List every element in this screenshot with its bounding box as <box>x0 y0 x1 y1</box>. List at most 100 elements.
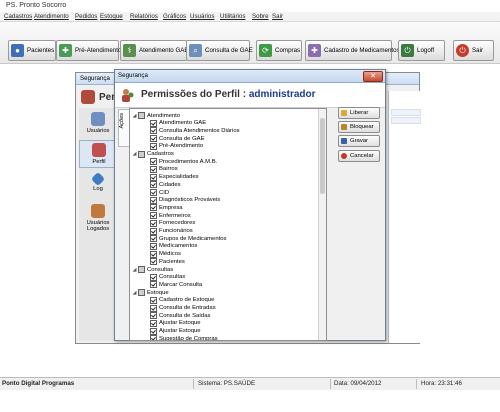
permission-checkbox[interactable] <box>150 227 157 235</box>
permission-checkbox[interactable] <box>150 335 157 340</box>
permission-checkbox[interactable] <box>150 235 157 243</box>
sidebar-item-usuarios-logados[interactable]: Usuários Logados <box>79 204 117 232</box>
tree-permission-node[interactable]: Pré-Atendimento <box>150 142 204 150</box>
tree-permission-node[interactable]: Medicamentos <box>150 242 197 250</box>
tree-permission-node[interactable]: Especialidades <box>150 173 199 181</box>
permission-checkbox[interactable] <box>150 212 157 220</box>
tree-permission-node[interactable]: Consulta de GAE <box>150 135 205 143</box>
tree-permission-node[interactable]: Consulta Atendimentos Diários <box>150 127 240 135</box>
logoff-button[interactable]: ⏻ Logoff <box>398 40 445 61</box>
tree-permission-node[interactable]: Marcar Consulta <box>150 281 202 289</box>
tree-permission-node[interactable]: Cadastro de Estoque <box>150 296 214 304</box>
permission-checkbox[interactable] <box>150 189 157 196</box>
permission-checkbox[interactable] <box>138 266 145 273</box>
tree-permission-node[interactable]: Consulta de Entradas <box>150 304 216 312</box>
permission-checkbox[interactable] <box>150 304 157 312</box>
tree-node-label: Pré-Atendimento <box>159 143 204 150</box>
menu-sair[interactable]: Sair <box>272 13 283 20</box>
tree-node-label: CID <box>159 189 170 196</box>
permission-checkbox[interactable] <box>150 242 157 250</box>
menu-usuarios[interactable]: Usuários <box>190 13 214 20</box>
permission-checkbox[interactable] <box>150 250 157 258</box>
gravar-button[interactable]: Gravar <box>338 135 380 147</box>
liberar-button[interactable]: Liberar <box>338 107 380 119</box>
permission-checkbox[interactable] <box>150 319 157 327</box>
permission-checkbox[interactable] <box>150 181 157 189</box>
menu-estoque[interactable]: Estoque <box>100 13 123 20</box>
cancelar-button[interactable]: Cancelar <box>338 150 380 162</box>
atendimento-gae-button[interactable]: ⚕ Atendimento GAE <box>120 40 189 61</box>
tree-permission-node[interactable]: Pacientes <box>150 258 185 266</box>
tree-permission-node[interactable]: Atendimento GAE <box>150 119 206 127</box>
tree-permission-node[interactable]: Cidades <box>150 181 181 189</box>
tree-permission-node[interactable]: Bairros <box>150 165 178 173</box>
tree-group-node[interactable]: ◢ Consultas <box>132 266 173 273</box>
tree-permission-node[interactable]: Grupos de Medicamentos <box>150 235 226 243</box>
permission-checkbox[interactable] <box>150 127 157 135</box>
status-bar: Ponto Digital Programas Sistema: PS.SAÚD… <box>0 377 500 390</box>
sidebar-item-usuarios[interactable]: Usuários <box>79 112 117 134</box>
permission-checkbox[interactable] <box>150 273 157 281</box>
tree-group-node[interactable]: ◢ Atendimento <box>132 112 180 119</box>
tree-group-node[interactable]: ◢ Estoque <box>132 289 169 297</box>
tree-permission-node[interactable]: Empresa <box>150 204 183 212</box>
expand-toggle-icon[interactable]: ◢ <box>132 113 137 119</box>
tree-permission-node[interactable]: Consulta de Saídas <box>150 312 210 320</box>
permission-checkbox[interactable] <box>138 289 145 297</box>
permissions-tree[interactable]: ◢ Atendimento Atendimento GAE Consulta Aten… <box>129 108 327 341</box>
compras-button[interactable]: ⟳ Compras <box>256 40 302 61</box>
permission-checkbox[interactable] <box>150 173 157 181</box>
menu-relatorios[interactable]: Relatórios <box>130 13 158 20</box>
menu-graficos[interactable]: Gráficos <box>163 13 186 20</box>
permission-checkbox[interactable] <box>150 258 157 266</box>
permission-checkbox[interactable] <box>138 112 145 119</box>
close-icon[interactable]: ✕ <box>363 71 383 82</box>
tree-permission-node[interactable]: Ajustar Estoque <box>150 327 201 335</box>
permission-checkbox[interactable] <box>150 281 157 289</box>
expand-toggle-icon[interactable]: ◢ <box>132 267 137 273</box>
patient-icon: ● <box>11 44 24 57</box>
tree-permission-node[interactable]: Procedimentos A.M.B. <box>150 158 217 166</box>
permission-checkbox[interactable] <box>150 165 157 173</box>
tree-permission-node[interactable]: Consultas <box>150 273 185 281</box>
permission-checkbox[interactable] <box>150 135 157 143</box>
permission-checkbox[interactable] <box>150 296 157 304</box>
tree-permission-node[interactable]: CID <box>150 189 169 196</box>
permission-checkbox[interactable] <box>150 219 157 227</box>
pacientes-button[interactable]: ● Pacientes <box>8 40 56 61</box>
bloquear-button[interactable]: Bloquear <box>338 121 380 133</box>
consulta-gae-button[interactable]: ⌕ Consulta de GAE <box>186 40 253 61</box>
tree-group-node[interactable]: ◢ Cadastros <box>132 150 174 158</box>
permission-checkbox[interactable] <box>150 196 157 204</box>
permission-checkbox[interactable] <box>150 204 157 212</box>
permission-checkbox[interactable] <box>150 119 157 127</box>
permission-checkbox[interactable] <box>150 142 157 150</box>
menu-sobre[interactable]: Sobre <box>252 13 269 20</box>
tree-permission-node[interactable]: Enfermeiros <box>150 212 191 220</box>
unlock-icon <box>341 110 347 116</box>
permission-checkbox[interactable] <box>150 158 157 166</box>
status-time: Hora: 23:31:46 <box>421 380 462 387</box>
sidebar-item-log[interactable]: Log <box>79 171 117 192</box>
tree-permission-node[interactable]: Diagnósticos Prováveis <box>150 196 220 204</box>
cadastro-medicamentos-button[interactable]: ✚ Cadastro de Medicamentos <box>305 40 400 61</box>
scrollbar-thumb[interactable] <box>320 118 325 194</box>
tree-permission-node[interactable]: Ajustar Estoque <box>150 319 201 327</box>
permission-checkbox[interactable] <box>138 150 145 158</box>
tree-permission-node[interactable]: Funcionários <box>150 227 193 235</box>
tree-scrollbar[interactable] <box>318 109 326 340</box>
tree-permission-node[interactable]: Médicos <box>150 250 181 258</box>
permission-checkbox[interactable] <box>150 312 157 320</box>
menu-atendimento[interactable]: Atendimento <box>34 13 69 20</box>
permission-checkbox[interactable] <box>150 327 157 335</box>
sair-button[interactable]: ⏻ Sair <box>453 40 494 61</box>
pre-atendimento-button[interactable]: ✚ Pré-Atendimento <box>56 40 121 61</box>
tree-permission-node[interactable]: Fornecedores <box>150 219 195 227</box>
menu-cadastros[interactable]: Cadastros <box>4 13 32 20</box>
expand-toggle-icon[interactable]: ◢ <box>132 151 137 157</box>
sidebar-item-perfil[interactable]: Perfil <box>79 140 119 168</box>
menu-utilitarios[interactable]: Utilitários <box>220 13 245 20</box>
tree-permission-node[interactable]: Sugestão de Compras <box>150 335 218 340</box>
menu-pedidos[interactable]: Pedidos <box>75 13 97 20</box>
expand-toggle-icon[interactable]: ◢ <box>132 290 137 296</box>
